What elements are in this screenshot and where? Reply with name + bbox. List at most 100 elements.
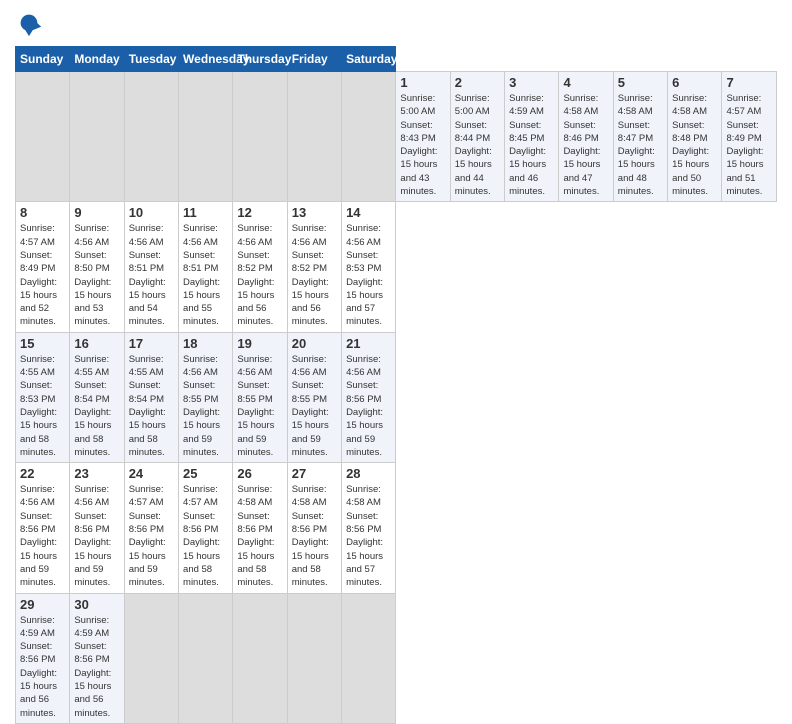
day-sunset: Sunset: 8:47 PM [618,120,653,144]
day-daylight: Daylight: 15 hours and 59 minutes. [237,407,274,458]
day-sunset: Sunset: 8:43 PM [400,120,435,144]
day-daylight: Daylight: 15 hours and 58 minutes. [237,537,274,588]
day-daylight: Daylight: 15 hours and 56 minutes. [237,277,274,328]
day-sunrise: Sunrise: 4:56 AM [292,223,327,247]
day-daylight: Daylight: 15 hours and 47 minutes. [563,146,600,197]
day-number: 5 [618,75,663,90]
calendar-cell: 6 Sunrise: 4:58 AM Sunset: 8:48 PM Dayli… [668,72,722,202]
day-sunrise: Sunrise: 4:56 AM [20,484,55,508]
day-sunset: Sunset: 8:51 PM [183,250,218,274]
day-sunrise: Sunrise: 4:55 AM [74,354,109,378]
day-number: 26 [237,466,282,481]
day-number: 2 [455,75,500,90]
day-sunrise: Sunrise: 4:58 AM [292,484,327,508]
day-sunrise: Sunrise: 4:56 AM [237,223,272,247]
day-number: 27 [292,466,337,481]
calendar-cell: 21 Sunrise: 4:56 AM Sunset: 8:56 PM Dayl… [342,332,396,462]
day-number: 17 [129,336,174,351]
day-daylight: Daylight: 15 hours and 58 minutes. [292,537,329,588]
day-sunset: Sunset: 8:56 PM [183,511,218,535]
calendar-cell [70,72,124,202]
day-daylight: Daylight: 15 hours and 56 minutes. [74,668,111,719]
calendar-cell: 11 Sunrise: 4:56 AM Sunset: 8:51 PM Dayl… [179,202,233,332]
day-sunrise: Sunrise: 4:56 AM [74,484,109,508]
day-sunset: Sunset: 8:55 PM [183,380,218,404]
day-sunset: Sunset: 8:56 PM [292,511,327,535]
day-number: 18 [183,336,228,351]
day-number: 4 [563,75,608,90]
day-daylight: Daylight: 15 hours and 55 minutes. [183,277,220,328]
day-sunrise: Sunrise: 4:57 AM [129,484,164,508]
calendar-cell [342,72,396,202]
day-sunrise: Sunrise: 4:59 AM [509,93,544,117]
day-sunrise: Sunrise: 4:58 AM [563,93,598,117]
day-daylight: Daylight: 15 hours and 54 minutes. [129,277,166,328]
day-number: 29 [20,597,65,612]
day-daylight: Daylight: 15 hours and 56 minutes. [292,277,329,328]
calendar-cell: 15 Sunrise: 4:55 AM Sunset: 8:53 PM Dayl… [16,332,70,462]
day-daylight: Daylight: 15 hours and 44 minutes. [455,146,492,197]
day-daylight: Daylight: 15 hours and 59 minutes. [292,407,329,458]
calendar-cell: 24 Sunrise: 4:57 AM Sunset: 8:56 PM Dayl… [124,463,178,593]
calendar-cell [287,593,341,723]
calendar-header-row: SundayMondayTuesdayWednesdayThursdayFrid… [16,47,777,72]
day-sunrise: Sunrise: 4:57 AM [726,93,761,117]
day-number: 12 [237,205,282,220]
calendar-cell [233,593,287,723]
day-sunrise: Sunrise: 4:56 AM [346,354,381,378]
calendar-cell: 13 Sunrise: 4:56 AM Sunset: 8:52 PM Dayl… [287,202,341,332]
day-sunrise: Sunrise: 4:56 AM [183,223,218,247]
logo [15,10,47,38]
day-number: 9 [74,205,119,220]
calendar-cell [179,593,233,723]
day-number: 22 [20,466,65,481]
day-number: 7 [726,75,772,90]
day-daylight: Daylight: 15 hours and 59 minutes. [183,407,220,458]
day-daylight: Daylight: 15 hours and 59 minutes. [129,537,166,588]
day-number: 8 [20,205,65,220]
calendar-cell: 9 Sunrise: 4:56 AM Sunset: 8:50 PM Dayli… [70,202,124,332]
calendar-cell: 26 Sunrise: 4:58 AM Sunset: 8:56 PM Dayl… [233,463,287,593]
day-sunset: Sunset: 8:54 PM [74,380,109,404]
calendar-cell: 16 Sunrise: 4:55 AM Sunset: 8:54 PM Dayl… [70,332,124,462]
calendar-cell [124,72,178,202]
day-daylight: Daylight: 15 hours and 58 minutes. [183,537,220,588]
calendar-cell: 10 Sunrise: 4:56 AM Sunset: 8:51 PM Dayl… [124,202,178,332]
day-sunrise: Sunrise: 4:55 AM [20,354,55,378]
day-daylight: Daylight: 15 hours and 48 minutes. [618,146,655,197]
day-daylight: Daylight: 15 hours and 58 minutes. [74,407,111,458]
calendar-header-sunday: Sunday [16,47,70,72]
day-sunset: Sunset: 8:49 PM [726,120,761,144]
day-sunrise: Sunrise: 5:00 AM [400,93,435,117]
day-sunset: Sunset: 8:56 PM [237,511,272,535]
day-sunrise: Sunrise: 4:58 AM [672,93,707,117]
day-daylight: Daylight: 15 hours and 59 minutes. [74,537,111,588]
day-sunset: Sunset: 8:53 PM [346,250,381,274]
day-sunset: Sunset: 8:55 PM [292,380,327,404]
day-sunrise: Sunrise: 4:56 AM [346,223,381,247]
calendar-cell [16,72,70,202]
day-daylight: Daylight: 15 hours and 59 minutes. [20,537,57,588]
day-sunset: Sunset: 8:56 PM [129,511,164,535]
day-number: 15 [20,336,65,351]
day-number: 20 [292,336,337,351]
calendar-cell: 2 Sunrise: 5:00 AM Sunset: 8:44 PM Dayli… [450,72,504,202]
calendar-cell: 30 Sunrise: 4:59 AM Sunset: 8:56 PM Dayl… [70,593,124,723]
day-sunrise: Sunrise: 4:57 AM [20,223,55,247]
header [15,10,777,38]
calendar-header-saturday: Saturday [342,47,396,72]
calendar-cell: 19 Sunrise: 4:56 AM Sunset: 8:55 PM Dayl… [233,332,287,462]
day-daylight: Daylight: 15 hours and 57 minutes. [346,537,383,588]
calendar-cell: 17 Sunrise: 4:55 AM Sunset: 8:54 PM Dayl… [124,332,178,462]
day-number: 19 [237,336,282,351]
day-number: 24 [129,466,174,481]
day-sunrise: Sunrise: 4:59 AM [20,615,55,639]
calendar-week-row: 1 Sunrise: 5:00 AM Sunset: 8:43 PM Dayli… [16,72,777,202]
day-sunset: Sunset: 8:53 PM [20,380,55,404]
day-sunset: Sunset: 8:55 PM [237,380,272,404]
calendar-cell: 7 Sunrise: 4:57 AM Sunset: 8:49 PM Dayli… [722,72,777,202]
calendar-header-friday: Friday [287,47,341,72]
calendar-header-tuesday: Tuesday [124,47,178,72]
calendar-cell: 20 Sunrise: 4:56 AM Sunset: 8:55 PM Dayl… [287,332,341,462]
day-number: 1 [400,75,445,90]
